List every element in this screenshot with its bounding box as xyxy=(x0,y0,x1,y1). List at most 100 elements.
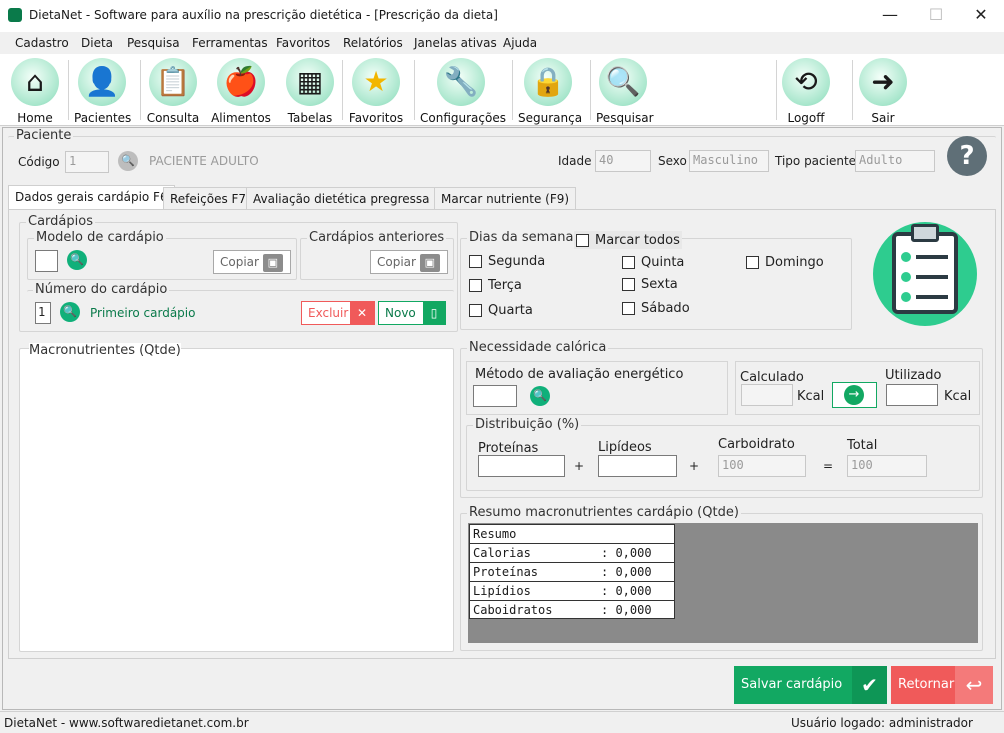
toolbar-pesquisar-button[interactable]: 🔍 Pesquisar xyxy=(596,56,654,125)
copy-previous-button[interactable]: Copiar ▣ xyxy=(370,250,448,274)
first-menu-label: Primeiro cardápio xyxy=(90,306,196,320)
patient-search-icon[interactable]: 🔍 xyxy=(118,151,138,171)
tab-avaliacao-dietetica[interactable]: Avaliação dietética pregressa F8 xyxy=(246,187,455,209)
summary-grid: Resumo Calorias: 0,000 Proteínas: 0,000 … xyxy=(468,523,978,643)
patient-code-input[interactable]: 1 xyxy=(65,151,109,173)
toolbar-tabelas-button[interactable]: ▦ Tabelas xyxy=(284,56,336,125)
day-terca-checkbox[interactable]: Terça xyxy=(469,278,569,294)
day-sexta-checkbox[interactable]: Sexta xyxy=(622,277,722,293)
day-domingo-checkbox[interactable]: Domingo xyxy=(746,255,846,271)
total-input[interactable]: 100 xyxy=(847,455,927,477)
menu-number-search-icon[interactable]: 🔍 xyxy=(60,302,80,322)
close-button[interactable]: ✕ xyxy=(966,3,996,27)
save-menu-button[interactable]: Salvar cardápio ✔ xyxy=(734,666,887,704)
sex-label: Sexo xyxy=(658,154,687,168)
mark-all-checkbox[interactable]: Marcar todos xyxy=(574,231,682,249)
plus-sign: + xyxy=(574,459,585,473)
menu-favoritos[interactable]: Favoritos xyxy=(276,36,330,50)
protein-input[interactable] xyxy=(478,455,565,477)
toolbar-alimentos-button[interactable]: 🍎 Alimentos xyxy=(210,56,272,125)
maximize-button[interactable]: ☐ xyxy=(921,3,951,27)
menu-janelas-ativas[interactable]: Janelas ativas xyxy=(414,36,497,50)
age-input[interactable]: 40 xyxy=(595,150,651,172)
toolbar-divider xyxy=(140,60,141,120)
arrow-right-icon: → xyxy=(844,385,864,405)
save-disk-icon: ▣ xyxy=(262,254,283,272)
toolbar-home-button[interactable]: ⌂ Home xyxy=(8,56,62,125)
toolbar-seguranca-button[interactable]: 🔒 Segurança xyxy=(518,56,582,125)
toolbar-divider xyxy=(68,60,69,120)
menu-number-input[interactable]: 1 xyxy=(35,302,51,324)
toolbar-divider xyxy=(590,60,591,120)
toolbar-consulta-button[interactable]: 📋 Consulta xyxy=(146,56,200,125)
menu-model-search-icon[interactable]: 🔍 xyxy=(67,250,87,270)
table-row: Lipídios: 0,000 xyxy=(470,582,674,601)
calculated-unit: Kcal xyxy=(797,389,825,404)
delete-menu-button[interactable]: Excluir ✕ xyxy=(301,301,375,325)
clipboard-illustration-icon xyxy=(873,222,977,326)
day-quinta-checkbox[interactable]: Quinta xyxy=(622,255,722,271)
toolbar-favoritos-button[interactable]: ★ Favoritos xyxy=(348,56,404,125)
logoff-icon: ⟲ xyxy=(782,58,830,106)
calculated-input[interactable] xyxy=(741,384,793,406)
menu-dieta[interactable]: Dieta xyxy=(81,36,113,50)
help-icon[interactable]: ? xyxy=(947,136,987,176)
tab-refeicoes[interactable]: Refeições F7 xyxy=(163,187,254,209)
menu-cadastro[interactable]: Cadastro xyxy=(15,36,69,50)
patient-code-label: Código xyxy=(18,155,60,169)
lipid-input[interactable] xyxy=(598,455,677,477)
tools-icon: 🔧 xyxy=(437,58,485,106)
checkbox-box xyxy=(576,234,589,247)
menu-ferramentas[interactable]: Ferramentas xyxy=(192,36,268,50)
used-input[interactable] xyxy=(886,384,938,406)
menu-relatorios[interactable]: Relatórios xyxy=(343,36,403,50)
window-title: DietaNet - Software para auxílio na pres… xyxy=(29,8,498,22)
day-segunda-checkbox[interactable]: Segunda xyxy=(469,254,569,270)
use-calculated-button[interactable]: → xyxy=(832,382,877,408)
tab-marcar-nutriente[interactable]: Marcar nutriente (F9) xyxy=(434,187,577,209)
energy-method-search-icon[interactable]: 🔍 xyxy=(530,386,550,406)
lipid-label: Lipídeos xyxy=(598,440,652,455)
return-arrow-icon: ↩ xyxy=(955,666,993,704)
toolbar-configuracoes-button[interactable]: 🔧 Configurações xyxy=(420,56,506,125)
day-quarta-checkbox[interactable]: Quarta xyxy=(469,303,569,319)
save-disk-icon: ▣ xyxy=(419,254,440,272)
sex-input[interactable]: Masculino xyxy=(689,150,769,172)
menu-pesquisa[interactable]: Pesquisa xyxy=(127,36,180,50)
table-row: Caboidratos: 0,000 xyxy=(473,603,652,617)
copy-model-button[interactable]: Copiar ▣ xyxy=(213,250,291,274)
toolbar-divider xyxy=(414,60,415,120)
app-logo-icon xyxy=(8,8,22,22)
clipboard-icon: 📋 xyxy=(149,58,197,106)
status-user: Usuário logado: administrador xyxy=(791,716,973,730)
patient-type-input[interactable]: Adulto xyxy=(855,150,935,172)
delete-x-icon: ✕ xyxy=(350,302,374,324)
menu-model-input[interactable] xyxy=(35,250,58,272)
menu-bar: Cadastro Dieta Pesquisa Ferramentas Favo… xyxy=(0,32,1004,54)
day-sabado-checkbox[interactable]: Sábado xyxy=(622,301,722,317)
title-bar: DietaNet - Software para auxílio na pres… xyxy=(0,0,1004,32)
tab-dados-gerais[interactable]: Dados gerais cardápio F6 xyxy=(8,185,175,210)
minimize-button[interactable]: — xyxy=(875,3,905,27)
energy-method-input[interactable] xyxy=(473,385,517,407)
table-row: Calorias: 0,000 xyxy=(470,544,674,563)
equals-sign: = xyxy=(823,459,834,473)
toolbar-divider xyxy=(342,60,343,120)
macronutrients-panel: Macronutrientes (Qtde) xyxy=(19,343,454,652)
toolbar-sair-button[interactable]: ➜ Sair xyxy=(858,56,908,125)
used-label: Utilizado xyxy=(885,368,942,383)
new-menu-button[interactable]: Novo ▯ xyxy=(378,301,446,325)
toolbar-logoff-button[interactable]: ⟲ Logoff xyxy=(780,56,832,125)
table-row: Proteínas: 0,000 xyxy=(470,563,674,582)
energy-method-label: Método de avaliação energético xyxy=(475,367,684,382)
total-label: Total xyxy=(847,438,878,453)
toolbar-patients-button[interactable]: 👤 Pacientes xyxy=(74,56,131,125)
carb-label: Carboidrato xyxy=(718,437,795,452)
protein-label: Proteínas xyxy=(478,441,539,456)
menu-ajuda[interactable]: Ajuda xyxy=(503,36,537,50)
calculated-label: Calculado xyxy=(740,370,804,385)
carb-input[interactable]: 100 xyxy=(718,455,806,477)
back-button[interactable]: Retornar ↩ xyxy=(891,666,993,704)
exit-door-icon: ➜ xyxy=(859,58,907,106)
magnifier-icon: 🔍 xyxy=(599,58,647,106)
